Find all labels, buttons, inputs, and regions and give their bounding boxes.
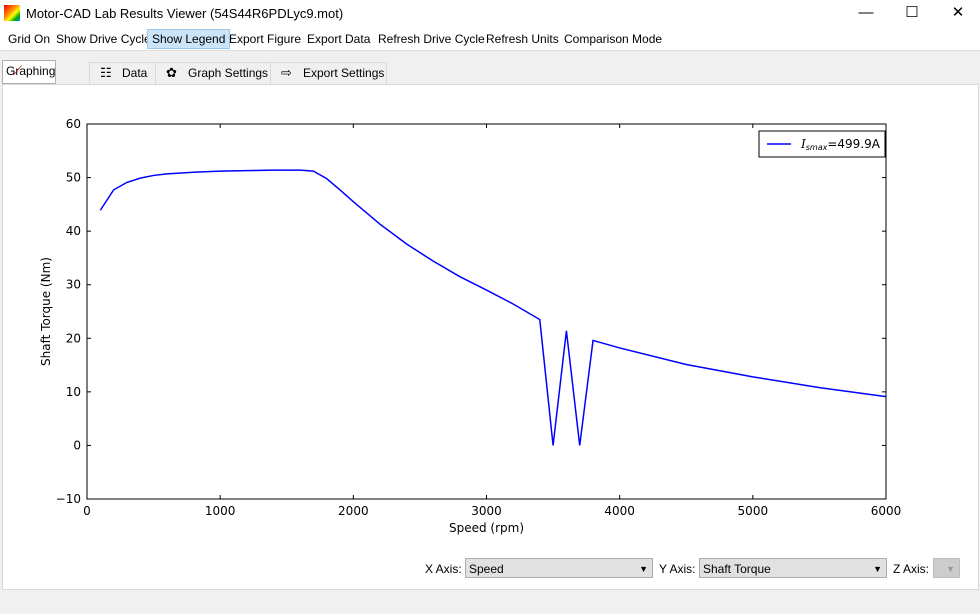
y-axis-label: Y Axis:	[659, 562, 696, 576]
y-axis-title: Shaft Torque (Nm)	[39, 257, 53, 366]
y-tick-label: 10	[66, 385, 81, 399]
z-axis-label: Z Axis:	[893, 562, 930, 576]
z-axis-select[interactable]: ▼	[933, 558, 960, 578]
x-axis-title: Speed (rpm)	[449, 521, 524, 535]
x-axis-select[interactable]: Speed ▼	[465, 558, 653, 578]
torque-speed-chart: 0 1000 2000 3000 4000 5000 6000−10010203040506…	[39, 117, 902, 535]
x-tick-label: 6000	[871, 504, 902, 518]
x-tick-label: 1000	[205, 504, 236, 518]
x-tick-label: 5000	[738, 504, 769, 518]
y-tick-label: 40	[66, 224, 81, 238]
y-axis-value: Shaft Torque	[703, 562, 771, 576]
y-tick-label: −10	[56, 492, 81, 506]
dropdown-arrow-icon: ▼	[946, 564, 955, 574]
y-tick-label: 20	[66, 331, 81, 345]
x-tick-label: 4000	[604, 504, 635, 518]
x-tick-label: 3000	[471, 504, 502, 518]
y-tick-label: 60	[66, 117, 81, 131]
x-tick-label: 0	[83, 504, 91, 518]
y-tick-label: 0	[73, 438, 81, 452]
x-axis-label: X Axis:	[425, 562, 462, 576]
dropdown-arrow-icon: ▼	[873, 564, 882, 574]
x-tick-label: 2000	[338, 504, 369, 518]
y-tick-label: 50	[66, 171, 81, 185]
y-axis-select[interactable]: Shaft Torque ▼	[699, 558, 887, 578]
plot-area	[86, 123, 887, 500]
x-axis-value: Speed	[469, 562, 504, 576]
y-tick-label: 30	[66, 278, 81, 292]
dropdown-arrow-icon: ▼	[639, 564, 648, 574]
